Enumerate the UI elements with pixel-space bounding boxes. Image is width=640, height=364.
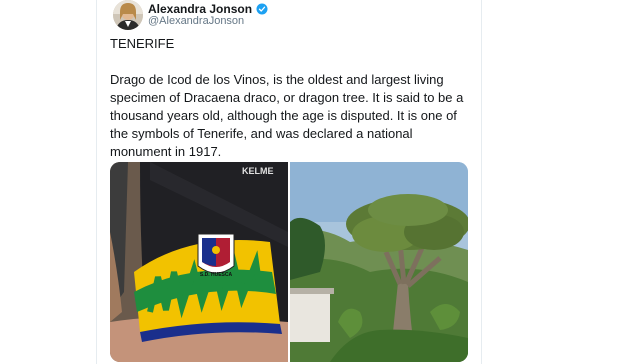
author-avatar[interactable] <box>113 0 143 30</box>
tweet-title: TENERIFE <box>110 36 175 51</box>
tweet-card: Alexandra Jonson @AlexandraJonson TENERI… <box>96 0 482 364</box>
author-handle[interactable]: @AlexandraJonson <box>148 15 244 27</box>
tweet-body: Drago de Icod de los Vinos, is the oldes… <box>110 72 464 159</box>
tweet-media-grid: KELME S.D. HUESCA <box>110 162 468 362</box>
verified-badge-icon <box>256 3 268 15</box>
shirt-brand-label: KELME <box>242 166 274 176</box>
photo-armband[interactable]: KELME S.D. HUESCA <box>110 162 288 362</box>
crest-text: S.D. HUESCA <box>200 272 233 278</box>
author-display-name[interactable]: Alexandra Jonson <box>148 2 252 16</box>
photo-dragon-tree[interactable] <box>290 162 468 362</box>
author-name-row: Alexandra Jonson <box>148 2 268 16</box>
tweet-text: TENERIFE Drago de Icod de los Vinos, is … <box>110 35 476 161</box>
